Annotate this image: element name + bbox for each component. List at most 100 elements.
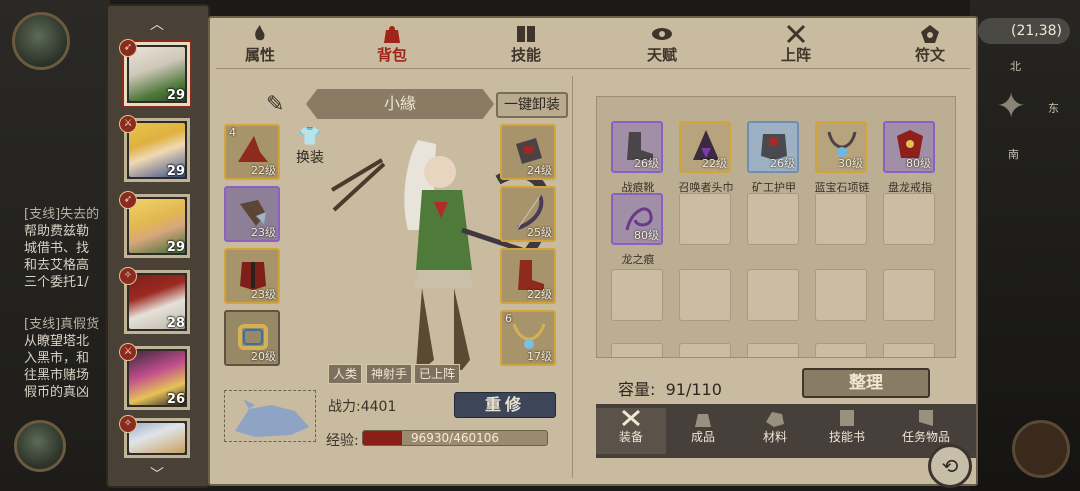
character-card[interactable]: ➶ 29 <box>119 39 190 106</box>
quest-line: 三个委托1/ <box>24 275 89 290</box>
scene-right <box>970 0 1080 491</box>
inventory-slot-empty[interactable] <box>815 193 867 245</box>
item-level: 24级 <box>527 164 552 177</box>
inventory-slot-empty[interactable] <box>611 269 663 321</box>
ore-icon <box>766 412 784 427</box>
character-card[interactable]: ⚔ 29 <box>119 115 190 182</box>
inventory-slot-empty[interactable] <box>747 193 799 245</box>
tab-bar: 属性 背包 技能 天赋 上阵 符文 <box>210 18 976 70</box>
inventory-slot-empty[interactable] <box>815 343 867 357</box>
inventory-slot-empty[interactable] <box>611 343 663 357</box>
item-level: 30级 <box>838 157 863 170</box>
character-level: 29 <box>166 164 185 179</box>
equip-slot-neck[interactable]: 6 17级 <box>500 310 556 366</box>
bow-icon: ➶ <box>119 39 137 57</box>
quest-line: 帮助费兹勒 <box>24 224 90 239</box>
compass-east: 东 <box>1048 102 1059 115</box>
inventory-item[interactable]: 30级 <box>815 121 867 173</box>
exp-value: 96930/460106 <box>410 431 500 445</box>
inventory-item[interactable]: 22级 <box>679 121 731 173</box>
tag-status: 已上阵 <box>414 364 461 384</box>
unequip-all-button[interactable]: 一键卸装 <box>496 92 568 118</box>
category-products[interactable]: 成品 <box>668 408 738 445</box>
inventory-grid[interactable]: 26级 战痕靴 22级 召唤者头巾 26级 矿工护甲 30级 蓝宝石项链 80级… <box>596 96 956 358</box>
inventory-slot-empty[interactable] <box>747 269 799 321</box>
bow-icon: ➶ <box>119 191 137 209</box>
sack-icon <box>695 414 711 427</box>
equip-slot-feet[interactable]: 22级 <box>500 248 556 304</box>
back-return-icon[interactable]: ⟲ <box>928 444 972 488</box>
character-card[interactable]: ✧ 28 <box>119 267 190 334</box>
quest-entry-1[interactable]: [支线]失去的 帮助费兹勒 城借书、找 和去艾格高 三个委托1/ <box>24 206 106 291</box>
rebuild-button[interactable]: 重修 <box>454 392 556 418</box>
character-card[interactable]: ⚔ 26 <box>119 343 190 410</box>
inventory-slot-empty[interactable] <box>679 343 731 357</box>
scroll-icon <box>840 410 854 426</box>
combat-power: 战力:4401 <box>328 399 397 415</box>
inventory-slot-empty[interactable] <box>815 269 867 321</box>
hero-name: 小緣 <box>306 89 494 119</box>
item-level: 25级 <box>527 226 552 239</box>
item-level: 23级 <box>251 226 276 239</box>
equip-slot-ring[interactable]: 20级 <box>224 310 280 366</box>
tab-backpack[interactable]: 背包 <box>362 24 422 65</box>
bag-icon <box>384 26 400 43</box>
quest-title: [支线]真假货 <box>24 317 100 332</box>
tab-attributes[interactable]: 属性 <box>230 24 290 65</box>
compass-icon: ✦ <box>996 86 1027 127</box>
pet-slot[interactable] <box>224 390 316 442</box>
scroll-down-icon[interactable]: ﹀ <box>150 464 164 484</box>
character-card[interactable]: ✧ <box>119 415 190 458</box>
character-level: 28 <box>166 316 185 331</box>
inventory-slot-empty[interactable] <box>747 343 799 357</box>
scroll-up-icon[interactable]: ︿ <box>150 14 164 34</box>
category-quest-items[interactable]: 任务物品 <box>884 408 968 445</box>
category-materials[interactable]: 材料 <box>740 408 810 445</box>
equip-slot-head[interactable]: 4 22级 <box>224 124 280 180</box>
character-list[interactable]: ︿ ➶ 29 ⚔ 29 ➶ 29 ✧ 28 ⚔ 26 ✧ ﹀ <box>106 4 210 488</box>
build-button[interactable] <box>1012 420 1070 478</box>
item-level: 80级 <box>634 229 659 242</box>
player-avatar[interactable] <box>12 12 70 70</box>
hammer-icon <box>622 409 640 427</box>
inventory-slot-empty[interactable] <box>883 343 935 357</box>
inventory-slot-empty[interactable] <box>883 193 935 245</box>
inventory-slot-empty[interactable] <box>679 269 731 321</box>
category-equipment[interactable]: 装备 <box>596 408 666 454</box>
exp-label: 经验: <box>326 433 359 449</box>
quest-entry-2[interactable]: [支线]真假货 从瞭望塔北 入黑市，和 往黑市赌场 假币的真凶 <box>24 316 106 401</box>
eye-icon <box>652 28 672 40</box>
compass-south: 南 <box>1008 148 1019 161</box>
quest-title: [支线]失去的 <box>24 207 100 222</box>
category-skill-books[interactable]: 技能书 <box>812 408 882 445</box>
item-level: 80级 <box>906 157 931 170</box>
equip-slot-arm[interactable]: 24级 <box>500 124 556 180</box>
tag-race: 人类 <box>328 364 363 384</box>
tab-skills[interactable]: 技能 <box>496 24 556 65</box>
character-level: 26 <box>166 392 185 407</box>
inventory-item[interactable]: 80级 <box>611 193 663 245</box>
item-name: 龙之痕 <box>621 253 655 266</box>
inventory-slot-empty[interactable] <box>679 193 731 245</box>
quest-line: 往黑市赌场 <box>24 368 90 383</box>
tab-talent[interactable]: 天赋 <box>632 24 692 65</box>
category-bar: 装备 成品 材料 技能书 任务物品 <box>596 404 976 458</box>
inventory-item[interactable]: 26级 <box>747 121 799 173</box>
equip-slot-hands[interactable]: 23级 <box>224 186 280 242</box>
tab-label: 上阵 <box>780 46 811 64</box>
tab-label: 背包 <box>376 46 407 64</box>
combat-power-value: 4401 <box>360 399 397 415</box>
inventory-item[interactable]: 80级 <box>883 121 935 173</box>
tab-label: 天赋 <box>646 46 677 64</box>
tab-runes[interactable]: 符文 <box>900 24 960 65</box>
rename-quill-icon[interactable]: ✎ <box>266 92 284 117</box>
quest-line: 城借书、找 <box>24 241 90 256</box>
map-button[interactable] <box>14 420 66 472</box>
inventory-item[interactable]: 26级 <box>611 121 663 173</box>
sort-button[interactable]: 整理 <box>802 368 930 398</box>
character-card[interactable]: ➶ 29 <box>119 191 190 258</box>
equip-slot-weapon[interactable]: 25级 <box>500 186 556 242</box>
tab-deploy[interactable]: 上阵 <box>766 24 826 65</box>
equip-slot-body[interactable]: 23级 <box>224 248 280 304</box>
inventory-slot-empty[interactable] <box>883 269 935 321</box>
